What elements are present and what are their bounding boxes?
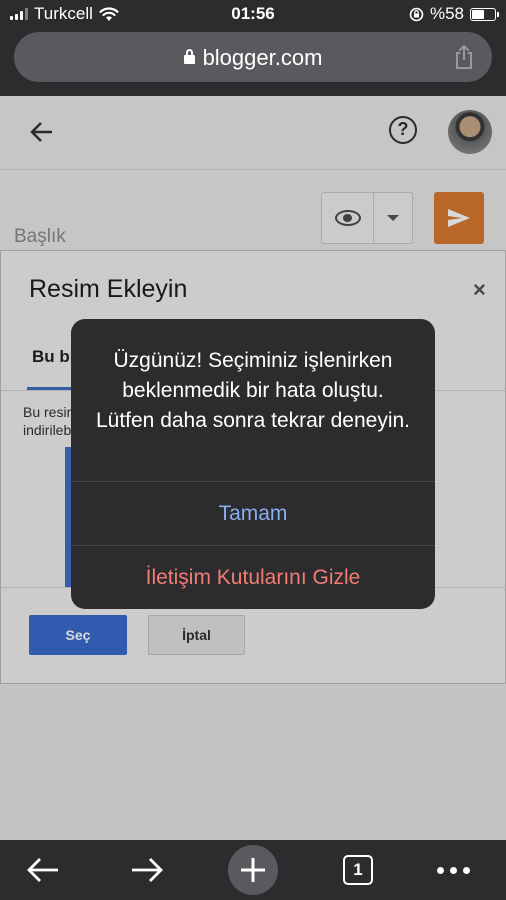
battery-percent: %58 — [429, 4, 464, 23]
status-right: %58 — [409, 4, 499, 24]
battery-level — [472, 9, 484, 19]
alert-message: Üzgünüz! Seçiminiz işlenirken beklenmedi… — [95, 349, 411, 432]
forward-button[interactable] — [122, 840, 172, 900]
share-icon[interactable] — [452, 44, 476, 70]
tabs-icon: 1 — [343, 855, 373, 885]
ok-button[interactable]: Tamam — [71, 482, 435, 545]
address-bar[interactable]: blogger.com — [14, 32, 492, 82]
back-icon — [27, 858, 58, 882]
address-text-wrap: blogger.com — [14, 45, 492, 71]
more-button[interactable] — [428, 840, 478, 900]
back-button[interactable] — [18, 840, 68, 900]
orientation-lock-icon — [409, 7, 424, 21]
hide-dialogs-button[interactable]: İletişim Kutularını Gizle — [71, 546, 435, 609]
new-tab-icon — [228, 845, 278, 895]
url-text: blogger.com — [202, 45, 323, 70]
battery-icon — [470, 7, 499, 21]
new-tab-button[interactable] — [228, 840, 278, 900]
lock-icon — [183, 49, 195, 64]
status-bar: Turkcell 01:56 %58 — [0, 0, 506, 28]
tabs-button[interactable]: 1 — [333, 840, 383, 900]
error-alert: Üzgünüz! Seçiminiz işlenirken beklenmedi… — [71, 319, 435, 609]
browser-toolbar: 1 — [0, 840, 506, 900]
browser-address-area: blogger.com — [0, 28, 506, 96]
more-icon — [436, 866, 470, 874]
forward-icon — [132, 858, 163, 882]
